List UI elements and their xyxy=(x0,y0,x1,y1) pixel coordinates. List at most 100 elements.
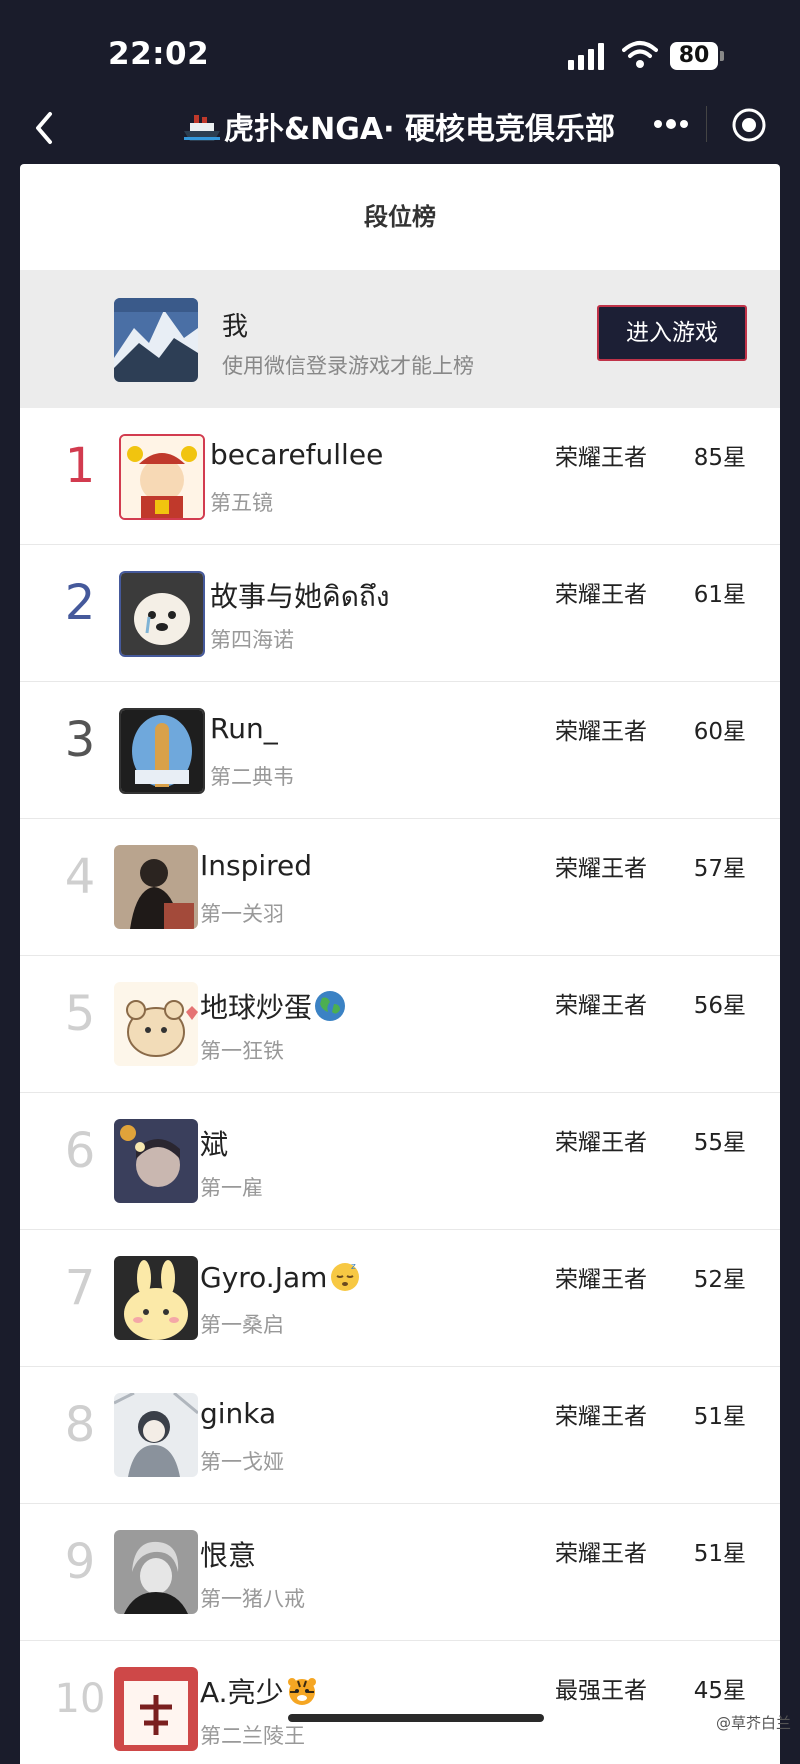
player-tier: 荣耀王者 xyxy=(555,1267,647,1293)
sleeping-face-emoji-icon: z xyxy=(331,1262,360,1291)
player-stars: 51星 xyxy=(693,1541,746,1567)
player-name: 地球炒蛋 xyxy=(200,986,346,1026)
player-avatar xyxy=(114,1393,198,1477)
leaderboard-panel: 段位榜 我 使用微信登录游戏才能上榜 进入游戏 1 becarefullee 第… xyxy=(20,164,780,1764)
leaderboard-row[interactable]: 5 地球炒蛋 第一狂铁 荣耀王者 56星 xyxy=(20,956,780,1093)
player-name: 恨意 xyxy=(200,1539,257,1572)
login-hint: 使用微信登录游戏才能上榜 xyxy=(222,354,474,378)
player-name-text: Gyro.Jam xyxy=(200,1261,328,1294)
leaderboard-row[interactable]: 4 Inspired 第一关羽 荣耀王者 57星 xyxy=(20,819,780,956)
player-stars: 45星 xyxy=(693,1678,746,1704)
player-tier: 荣耀王者 xyxy=(555,445,647,471)
player-name-text: 地球炒蛋 xyxy=(200,991,313,1024)
back-icon[interactable] xyxy=(28,106,68,150)
my-name: 我 xyxy=(222,312,249,342)
player-tier: 荣耀王者 xyxy=(555,582,647,608)
player-name: Run_ xyxy=(210,712,278,745)
player-tier: 荣耀王者 xyxy=(555,856,647,882)
player-hero: 第一猪八戒 xyxy=(200,1587,305,1611)
player-hero: 第二兰陵王 xyxy=(200,1724,305,1748)
player-avatar xyxy=(114,845,198,929)
close-target-icon[interactable] xyxy=(728,104,770,146)
panel-title: 段位榜 xyxy=(364,203,436,231)
svg-text:z: z xyxy=(351,1262,356,1272)
leaderboard-row[interactable]: 1 becarefullee 第五镜 荣耀王者 85星 xyxy=(20,408,780,545)
player-name: ginka xyxy=(200,1397,277,1430)
my-rank-row: 我 使用微信登录游戏才能上榜 进入游戏 xyxy=(20,270,780,408)
status-time: 22:02 xyxy=(108,36,210,72)
player-stars: 60星 xyxy=(693,719,746,745)
ship-icon xyxy=(184,115,220,141)
player-hero: 第二典韦 xyxy=(210,765,294,789)
player-tier: 荣耀王者 xyxy=(555,993,647,1019)
player-hero: 第一桑启 xyxy=(200,1313,284,1337)
player-avatar xyxy=(119,571,205,657)
player-name: Inspired xyxy=(200,849,313,882)
player-tier: 荣耀王者 xyxy=(555,1541,647,1567)
player-avatar xyxy=(119,434,205,520)
enter-game-button[interactable]: 进入游戏 xyxy=(597,305,747,361)
battery-icon: 80 xyxy=(670,42,724,70)
player-stars: 56星 xyxy=(693,993,746,1019)
rank-number: 9 xyxy=(64,1534,96,1590)
wifi-icon xyxy=(622,41,658,68)
cellular-signal-icon xyxy=(568,42,606,70)
player-stars: 52星 xyxy=(693,1267,746,1293)
leaderboard-row[interactable]: 6 斌 第一雇 荣耀王者 55星 xyxy=(20,1093,780,1230)
home-indicator[interactable] xyxy=(288,1714,544,1722)
player-hero: 第一关羽 xyxy=(200,902,284,926)
player-avatar xyxy=(114,1256,198,1340)
leaderboard-row[interactable]: 3 Run_ 第二典韦 荣耀王者 60星 xyxy=(20,682,780,819)
player-stars: 55星 xyxy=(693,1130,746,1156)
rank-number: 2 xyxy=(64,575,96,631)
my-avatar xyxy=(114,298,198,382)
player-tier: 最强王者 xyxy=(555,1678,647,1704)
rank-number: 7 xyxy=(64,1260,96,1316)
player-stars: 61星 xyxy=(693,582,746,608)
status-bar: 22:02 80 xyxy=(0,0,800,100)
capsule-divider xyxy=(706,106,707,142)
rank-number: 1 xyxy=(64,438,96,494)
watermark: @草芥白兰 xyxy=(716,1714,792,1732)
player-avatar xyxy=(114,982,198,1066)
leaderboard-row[interactable]: 10 A.亮少 第二兰陵王 最强王者 45星 xyxy=(20,1641,780,1764)
nav-bar: 虎扑&NGA· 硬核电竞俱乐部 xyxy=(0,100,800,164)
player-stars: 85星 xyxy=(693,445,746,471)
player-stars: 57星 xyxy=(693,856,746,882)
rank-number: 3 xyxy=(64,712,96,768)
rank-number: 5 xyxy=(64,986,96,1042)
player-name: 斌 xyxy=(200,1128,229,1161)
player-avatar xyxy=(114,1119,198,1203)
player-hero: 第一戈娅 xyxy=(200,1450,284,1474)
player-name: becarefullee xyxy=(210,438,384,471)
player-avatar xyxy=(119,708,205,794)
more-icon[interactable] xyxy=(646,104,696,144)
player-stars: 51星 xyxy=(693,1404,746,1430)
rank-number: 6 xyxy=(64,1123,96,1179)
tiger-emoji-icon xyxy=(287,1678,316,1705)
leaderboard-row[interactable]: 9 恨意 第一猪八戒 荣耀王者 51星 xyxy=(20,1504,780,1641)
player-name-text: A.亮少 xyxy=(200,1676,284,1709)
player-avatar xyxy=(114,1667,198,1751)
globe-emoji-icon xyxy=(315,991,346,1021)
player-tier: 荣耀王者 xyxy=(555,1130,647,1156)
player-tier: 荣耀王者 xyxy=(555,719,647,745)
nav-title-text: 虎扑&NGA· 硬核电竞俱乐部 xyxy=(224,112,615,147)
player-hero: 第一狂铁 xyxy=(200,1039,284,1063)
capsule-menu xyxy=(636,100,788,148)
leaderboard-row[interactable]: 2 故事与她คิดถึง 第四海诺 荣耀王者 61星 xyxy=(20,545,780,682)
player-hero: 第五镜 xyxy=(210,491,273,515)
rank-number: 10 xyxy=(54,1676,106,1722)
player-hero: 第一雇 xyxy=(200,1176,263,1200)
rank-number: 8 xyxy=(64,1397,96,1453)
player-name: 故事与她คิดถึง xyxy=(210,580,390,613)
player-hero: 第四海诺 xyxy=(210,628,294,652)
rank-number: 4 xyxy=(64,849,96,905)
player-name: Gyro.Jam z xyxy=(200,1260,361,1294)
player-avatar xyxy=(114,1530,198,1614)
player-name: A.亮少 xyxy=(200,1671,318,1711)
leaderboard-row[interactable]: 8 ginka 第一戈娅 荣耀王者 51星 xyxy=(20,1367,780,1504)
player-tier: 荣耀王者 xyxy=(555,1404,647,1430)
mini-program-title: 虎扑&NGA· 硬核电竞俱乐部 xyxy=(182,104,615,148)
leaderboard-row[interactable]: 7 Gyro.Jam z 第一桑启 荣耀王者 52星 xyxy=(20,1230,780,1367)
